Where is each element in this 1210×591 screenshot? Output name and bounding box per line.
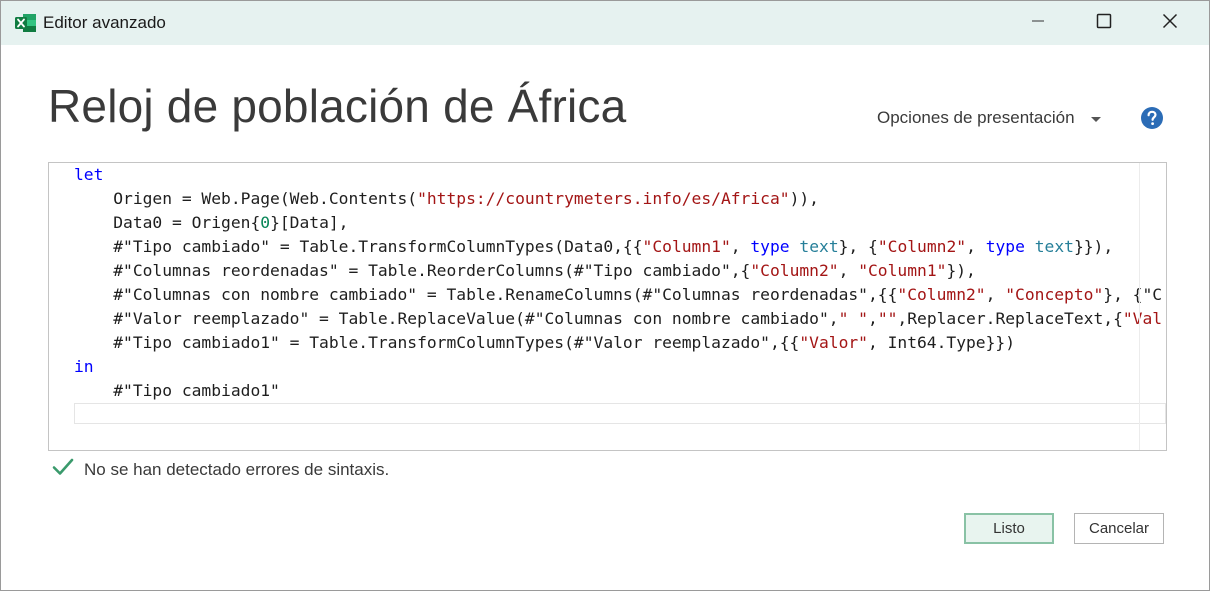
code-token: #"Tipo cambiado1" = Table.TransformColum… [74,333,800,352]
code-line[interactable]: #"Columnas con nombre cambiado" = Table.… [74,283,1162,307]
code-token: #"Columnas reordenadas" = Table.ReorderC… [74,261,751,280]
code-editor[interactable]: let Origen = Web.Page(Web.Contents("http… [48,162,1167,451]
code-token: type [750,237,790,256]
close-button[interactable] [1137,1,1203,45]
code-token: #"Tipo cambiado" = Table.TransformColumn… [74,237,643,256]
window-title: Editor avanzado [43,13,166,32]
close-icon [1162,13,1178,34]
code-line[interactable]: #"Tipo cambiado1" [74,379,1162,403]
chevron-down-icon [1090,116,1101,122]
code-line[interactable]: #"Columnas reordenadas" = Table.ReorderC… [74,259,1162,283]
code-token: , [985,285,1006,304]
code-token: , [966,237,986,256]
code-token: in [74,357,94,376]
code-token: "Valor" [799,333,868,352]
display-options-dropdown[interactable]: Opciones de presentación [877,108,1101,128]
cancel-button[interactable]: Cancelar [1074,513,1164,544]
status-message: No se han detectado errores de sintaxis. [84,459,390,479]
code-token: Origen = Web.Page(Web.Contents( [74,189,418,208]
code-token: 0 [260,213,271,232]
code-token: #"Columnas con nombre cambiado" = Table.… [74,285,898,304]
code-token: , [868,309,878,328]
code-token: #"Tipo cambiado1" [74,381,280,400]
display-options-label: Opciones de presentación [877,108,1075,127]
code-line[interactable]: #"Tipo cambiado" = Table.TransformColumn… [74,235,1162,259]
minimize-button[interactable] [1005,1,1071,45]
code-token: #"Valor reemplazado" = Table.ReplaceValu… [74,309,839,328]
code-token: "https://countrymeters.info/es/Africa" [417,189,790,208]
code-line[interactable]: let [74,163,1162,187]
code-token: "" [877,309,898,328]
title-bar[interactable]: Editor avanzado [1,1,1209,45]
code-token: }, { [838,237,878,256]
code-line[interactable]: in [74,355,1162,379]
code-token: text [799,237,839,256]
advanced-editor-window: Editor avanzado Reloj de población de Áf… [0,0,1210,591]
code-token: "Column2" [877,237,967,256]
code-token: }), [946,261,976,280]
code-token: , [838,261,859,280]
code-line[interactable]: #"Valor reemplazado" = Table.ReplaceValu… [74,307,1162,331]
maximize-button[interactable] [1071,1,1137,45]
query-title: Reloj de población de África [48,80,627,132]
code-token: }}), [1073,237,1114,256]
maximize-icon [1096,13,1112,34]
code-line[interactable]: #"Tipo cambiado1" = Table.TransformColum… [74,331,1162,355]
code-token: let [74,165,104,184]
code-line[interactable]: Origen = Web.Page(Web.Contents("https://… [74,187,1162,211]
code-token: }[Data], [270,213,349,232]
checkmark-icon [52,457,74,482]
code-content[interactable]: let Origen = Web.Page(Web.Contents("http… [74,163,1162,427]
code-token: , Int64.Type}}) [867,333,1016,352]
code-token: "Column2" [897,285,986,304]
syntax-status: No se han detectado errores de sintaxis. [52,457,389,482]
code-token: "Concepto" [1005,285,1104,304]
code-token: )), [789,189,819,208]
done-button[interactable]: Listo [964,513,1054,544]
code-token: , [730,237,751,256]
code-token: "Column1" [642,237,731,256]
code-token: ,Replacer.ReplaceText,{ [897,309,1123,328]
code-line[interactable]: Data0 = Origen{0}[Data], [74,211,1162,235]
minimize-icon [1031,14,1045,33]
excel-icon [15,13,37,33]
code-token: "Column1" [858,261,947,280]
code-token: text [1034,237,1074,256]
code-token: Data0 = Origen{ [74,213,261,232]
help-icon[interactable] [1140,106,1164,130]
code-line[interactable] [74,403,1162,427]
code-token: " " [838,309,868,328]
code-token: type [985,237,1025,256]
code-token: "Column2" [750,261,839,280]
editor-minimap[interactable] [1139,163,1166,450]
